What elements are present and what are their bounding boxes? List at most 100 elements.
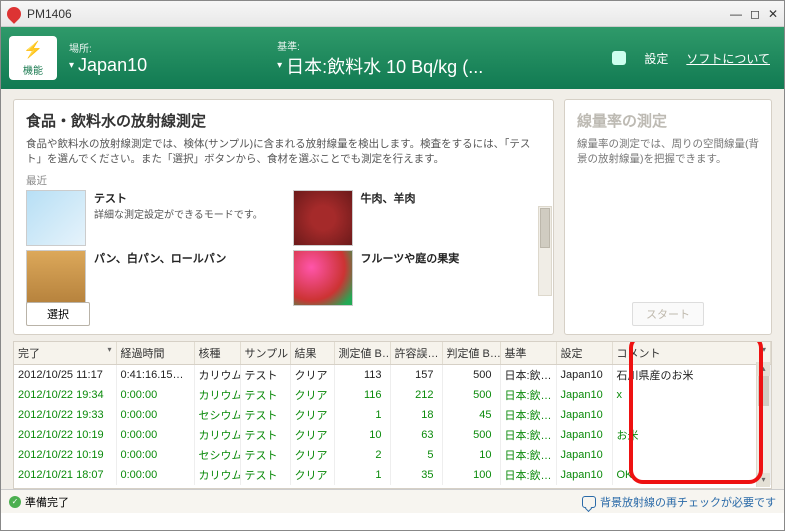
minimize-button[interactable]: — xyxy=(730,7,742,21)
food-title: フルーツや庭の果実 xyxy=(361,250,460,266)
col-header[interactable]: コメント▾ xyxy=(612,342,771,365)
table-row[interactable]: 2012/10/22 10:190:00:00セシウムテストクリア2510日本:… xyxy=(14,445,771,465)
scroll-down-icon[interactable]: ▾ xyxy=(757,473,770,487)
cell: Japan10 xyxy=(556,445,612,465)
start-button[interactable]: スタート xyxy=(632,302,704,326)
col-header[interactable]: 結果 xyxy=(290,342,334,365)
place-dropdown[interactable]: 場所: ▾ Japan10 xyxy=(69,40,147,76)
col-header[interactable]: 判定値 B… xyxy=(442,342,500,365)
cell: カリウム xyxy=(194,365,240,386)
cell: 石川県産のお米 xyxy=(612,365,771,386)
col-header[interactable]: 核種 xyxy=(194,342,240,365)
status-bar: ✓ 準備完了 背景放射線の再チェックが必要です xyxy=(1,489,784,513)
cell: カリウム xyxy=(194,465,240,485)
cell: 0:00:00 xyxy=(116,425,194,445)
cell: テスト xyxy=(240,405,290,425)
col-header[interactable]: サンプル xyxy=(240,342,290,365)
function-button[interactable]: ⚡ 機能 xyxy=(9,36,57,80)
cell: 18 xyxy=(390,405,442,425)
table-row[interactable]: 2012/10/22 19:340:00:00カリウムテストクリア1162125… xyxy=(14,385,771,405)
app-header: ⚡ 機能 場所: ▾ Japan10 基準: ▾ 日本:飲料水 10 Bq/kg (… xyxy=(1,27,784,89)
about-link[interactable]: ソフトについて xyxy=(686,50,770,67)
food-title: 牛肉、羊肉 xyxy=(361,190,416,206)
food-item-test[interactable]: テスト 詳細な測定設定ができるモードです。 xyxy=(26,190,275,246)
col-header[interactable]: 経過時間 xyxy=(116,342,194,365)
food-item-fruit[interactable]: フルーツや庭の果実 xyxy=(293,250,542,306)
col-header[interactable]: 測定値 B… xyxy=(334,342,390,365)
panel-desc: 食品や飲料水の放射線測定では、検体(サンプル)に含まれる放射線量を検出します。検… xyxy=(26,137,541,167)
dose-rate-panel: 線量率の測定 線量率の測定では、周りの空間線量(背景の放射線量)を把握できます。… xyxy=(564,99,772,335)
cell: x xyxy=(612,385,771,405)
cell: テスト xyxy=(240,465,290,485)
cell xyxy=(612,405,771,425)
cell: 212 xyxy=(390,385,442,405)
select-button[interactable]: 選択 xyxy=(26,302,90,326)
cell: カリウム xyxy=(194,385,240,405)
cell: セシウム xyxy=(194,445,240,465)
maximize-button[interactable]: ◻ xyxy=(750,7,760,21)
food-title: パン、白パン、ロールパン xyxy=(94,250,226,266)
cell: 63 xyxy=(390,425,442,445)
chevron-down-icon: ▾ xyxy=(69,60,74,71)
cell: 2012/10/22 10:19 xyxy=(14,425,116,445)
cell: 2012/10/22 19:34 xyxy=(14,385,116,405)
app-icon xyxy=(4,4,24,24)
cell: テスト xyxy=(240,385,290,405)
cell: お米 xyxy=(612,425,771,445)
window-title: PM1406 xyxy=(27,7,72,21)
chevron-down-icon: ▾ xyxy=(277,60,282,71)
place-value: Japan10 xyxy=(78,55,147,76)
standard-label: 基準: xyxy=(277,38,483,53)
cell: 0:00:00 xyxy=(116,405,194,425)
cell: 10 xyxy=(442,445,500,465)
cell: 2012/10/22 10:19 xyxy=(14,445,116,465)
table-row[interactable]: 2012/10/25 11:170:41:16.15…カリウムテストクリア113… xyxy=(14,365,771,386)
cell: クリア xyxy=(290,425,334,445)
gear-icon xyxy=(612,51,626,65)
col-header[interactable]: 許容誤… xyxy=(390,342,442,365)
status-message[interactable]: 背景放射線の再チェックが必要です xyxy=(600,494,776,510)
cell: 113 xyxy=(334,365,390,386)
standard-dropdown[interactable]: 基準: ▾ 日本:飲料水 10 Bq/kg (... xyxy=(277,38,483,79)
recent-label: 最近 xyxy=(26,173,541,188)
panel-title: 線量率の測定 xyxy=(577,110,759,131)
cell: 116 xyxy=(334,385,390,405)
titlebar: PM1406 — ◻ ✕ xyxy=(1,1,784,27)
food-item-bread[interactable]: パン、白パン、ロールパン xyxy=(26,250,275,306)
cell: 1 xyxy=(334,465,390,485)
panel-scrollbar[interactable] xyxy=(538,206,552,296)
food-item-meat[interactable]: 牛肉、羊肉 xyxy=(293,190,542,246)
cell: 45 xyxy=(442,405,500,425)
settings-link[interactable]: 設定 xyxy=(644,50,668,67)
close-button[interactable]: ✕ xyxy=(768,7,778,21)
cell: 0:00:00 xyxy=(116,445,194,465)
cell: 日本:飲… xyxy=(500,365,556,386)
table-row[interactable]: 2012/10/21 18:070:00:00カリウムテストクリア135100日… xyxy=(14,465,771,485)
table-row[interactable]: 2012/10/22 10:190:00:00カリウムテストクリア1063500… xyxy=(14,425,771,445)
cell: 2012/10/25 11:17 xyxy=(14,365,116,386)
col-header[interactable]: 完了▾ xyxy=(14,342,116,365)
food-measure-panel: 食品・飲料水の放射線測定 食品や飲料水の放射線測定では、検体(サンプル)に含まれ… xyxy=(13,99,554,335)
col-header[interactable]: 基準 xyxy=(500,342,556,365)
bubble-icon xyxy=(582,496,596,508)
cell: 日本:飲… xyxy=(500,465,556,485)
cell: 100 xyxy=(442,465,500,485)
thumb-bread xyxy=(26,250,86,306)
thumb-fruit xyxy=(293,250,353,306)
table-row[interactable]: 2012/10/22 19:330:00:00セシウムテストクリア11845日本… xyxy=(14,405,771,425)
cell: 日本:飲… xyxy=(500,425,556,445)
standard-value: 日本:飲料水 10 Bq/kg (... xyxy=(286,53,483,79)
status-ready: 準備完了 xyxy=(25,494,69,510)
cell: 日本:飲… xyxy=(500,445,556,465)
scroll-up-icon[interactable]: ▴ xyxy=(757,362,770,376)
cell: 157 xyxy=(390,365,442,386)
col-header[interactable]: 設定 xyxy=(556,342,612,365)
cell: 1 xyxy=(334,405,390,425)
cell xyxy=(612,445,771,465)
panel-desc: 線量率の測定では、周りの空間線量(背景の放射線量)を把握できます。 xyxy=(577,137,759,167)
place-label: 場所: xyxy=(69,40,147,55)
table-scrollbar[interactable]: ▴ ▾ xyxy=(756,362,770,487)
cell: 0:41:16.15… xyxy=(116,365,194,386)
cell: 35 xyxy=(390,465,442,485)
cell: Japan10 xyxy=(556,405,612,425)
